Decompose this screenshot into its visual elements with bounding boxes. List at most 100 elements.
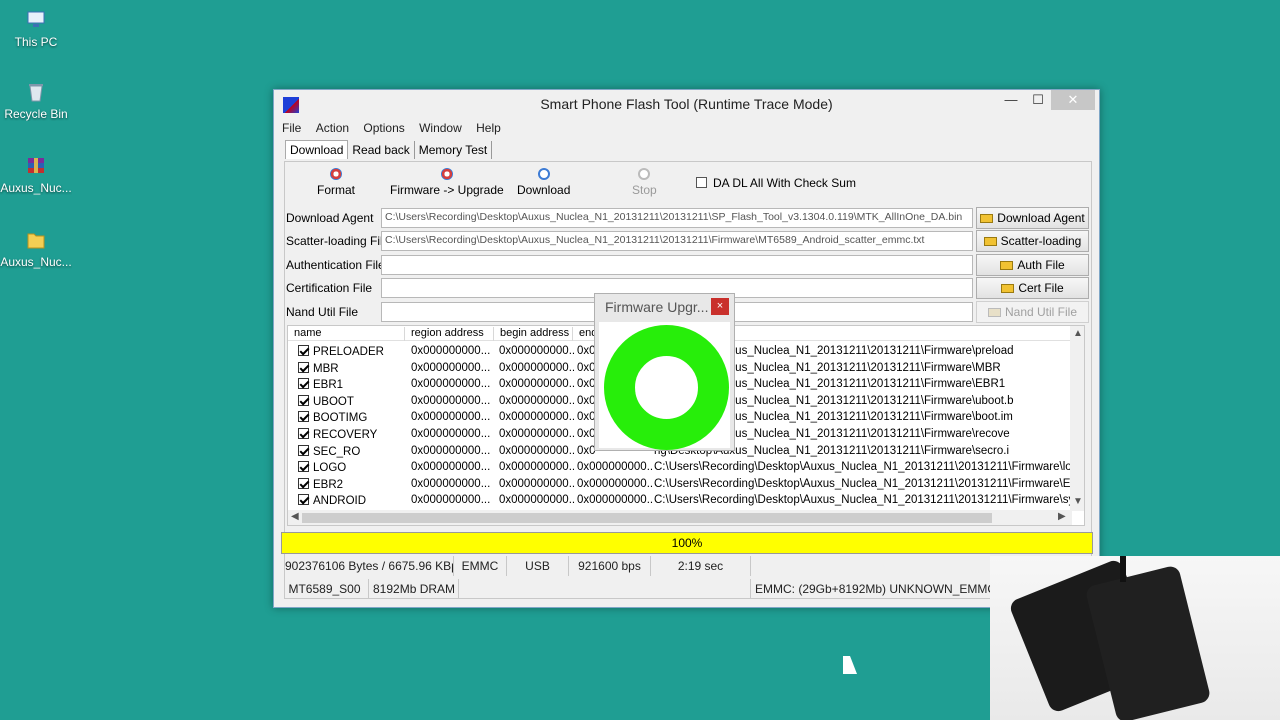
dialog-close-button[interactable]: × [711, 298, 729, 315]
folder-icon [987, 308, 1001, 317]
progress-label: 100% [671, 536, 703, 550]
row-name: EBR1 [313, 379, 344, 392]
row-checkbox[interactable] [298, 494, 309, 506]
scatter-loading-button[interactable]: Scatter-loading [976, 230, 1089, 252]
row-checkbox[interactable] [298, 444, 309, 456]
cell-end: 0x000000000... [577, 477, 653, 490]
minimize-button[interactable]: — [997, 90, 1025, 110]
desktop-icon-recycle-bin[interactable]: Recycle Bin [0, 81, 72, 121]
firmware-upgrade-label: Firmware -> Upgrade [390, 183, 504, 197]
firmware-upgrade-button[interactable]: Firmware -> Upgrade [390, 168, 504, 197]
row-checkbox[interactable] [298, 428, 309, 439]
table-row[interactable]: LOGO 0x000000000... 0x000000000... 0x000000… [288, 460, 1078, 476]
da-checksum-label: DA DL All With Check Sum [713, 176, 856, 190]
cell-name: BOOTIMG [298, 411, 403, 424]
row-checkbox[interactable] [298, 345, 309, 356]
cert-file-label: Certification File [286, 281, 373, 295]
cell-region: 0x000000000... [411, 411, 491, 424]
cert-file-button[interactable]: Cert File [976, 277, 1089, 299]
table-row[interactable]: EBR2 0x000000000... 0x000000000... 0x000000… [288, 477, 1078, 493]
desktop-icon-auxus-archive[interactable]: Auxus_Nuc... [0, 155, 72, 195]
cell-name: UBOOT [298, 394, 403, 408]
button-label: Cert File [1018, 281, 1064, 295]
desktop-icon-auxus-folder[interactable]: Auxus_Nuc... [0, 229, 72, 269]
auth-file-field[interactable] [381, 255, 973, 275]
button-label: Auth File [1017, 258, 1065, 272]
vertical-scrollbar[interactable]: ▲ ▼ [1070, 326, 1084, 511]
row-checkbox[interactable] [298, 378, 309, 390]
button-label: Download Agent [997, 211, 1085, 225]
firmware-upgrade-dialog: Firmware Upgr... × [594, 293, 735, 451]
cell-name: RECOVERY [298, 428, 403, 441]
scrollbar-thumb[interactable] [302, 513, 992, 523]
row-checkbox[interactable] [298, 477, 309, 489]
row-name: EBR2 [313, 478, 344, 491]
cell-location: C:\Users\Recording\Desktop\Auxus_Nuclea_… [654, 477, 1074, 490]
row-checkbox[interactable] [298, 461, 309, 473]
row-checkbox[interactable] [298, 394, 309, 406]
menu-action[interactable]: Action [316, 121, 349, 135]
tab-read-back[interactable]: Read back [348, 141, 415, 159]
cell-begin: 0x000000000... [499, 411, 575, 424]
progress-ring-icon [604, 325, 729, 450]
nand-util-button[interactable]: Nand Util File [976, 301, 1089, 323]
format-label: Format [317, 183, 356, 197]
menu-file[interactable]: File [282, 121, 301, 135]
table-row[interactable]: ANDROID 0x000000000... 0x000000000... 0x000… [288, 493, 1078, 509]
stop-button[interactable]: Stop [632, 168, 657, 197]
cell-region: 0x000000000... [411, 461, 491, 474]
desktop-icon-this-pc[interactable]: This PC [0, 9, 72, 49]
row-name: ANDROID [313, 495, 367, 508]
status-bar-1: 902376106 Bytes / 6675.96 KBps EMMC USB … [281, 556, 1093, 576]
tab-download[interactable]: Download [285, 140, 349, 159]
cell-begin: 0x000000000... [499, 378, 575, 391]
row-name: SEC_RO [313, 445, 361, 458]
scroll-down-icon[interactable]: ▼ [1073, 496, 1083, 507]
button-label: Scatter-loading [1000, 234, 1082, 248]
cell-name: EBR2 [298, 477, 403, 491]
cell-begin: 0x000000000... [499, 361, 575, 374]
row-checkbox[interactable] [298, 411, 309, 423]
folder-icon [983, 237, 997, 246]
scroll-up-icon[interactable]: ▲ [1073, 328, 1083, 339]
progress-bar: 100% [281, 532, 1093, 554]
desktop-icon-label: Auxus_Nuc... [0, 181, 72, 195]
cell-begin: 0x000000000... [499, 394, 575, 407]
cell-region: 0x000000000... [411, 394, 491, 407]
menu-options[interactable]: Options [363, 121, 404, 135]
download-agent-field[interactable]: C:\Users\Recording\Desktop\Auxus_Nuclea_… [381, 208, 973, 228]
scroll-right-icon[interactable]: ▶ [1058, 511, 1066, 522]
close-button[interactable]: ✕ [1051, 90, 1095, 110]
computer-icon [25, 9, 47, 31]
format-button[interactable]: Format [317, 168, 355, 197]
scroll-left-icon[interactable]: ◀ [291, 511, 299, 522]
download-agent-button[interactable]: Download Agent [976, 207, 1089, 229]
da-checksum-checkbox[interactable]: DA DL All With Check Sum [696, 176, 856, 190]
column-region-address[interactable]: region address [405, 327, 494, 341]
cell-region: 0x000000000... [411, 345, 491, 357]
download-button[interactable]: Download [517, 168, 570, 197]
menu-help[interactable]: Help [476, 121, 501, 135]
download-agent-label: Download Agent [286, 211, 374, 225]
desktop-icon-label: This PC [14, 35, 58, 49]
row-name: LOGO [313, 462, 347, 475]
stop-icon [638, 168, 651, 180]
auth-file-button[interactable]: Auth File [976, 254, 1089, 276]
cell-region: 0x000000000... [411, 494, 491, 507]
cell-name: SEC_RO [298, 444, 403, 458]
cell-begin: 0x000000000... [499, 428, 575, 440]
tab-memory-test[interactable]: Memory Test [415, 141, 493, 159]
maximize-button[interactable]: ☐ [1024, 90, 1052, 110]
folder-icon [25, 229, 47, 251]
scatter-loading-field[interactable]: C:\Users\Recording\Desktop\Auxus_Nuclea_… [381, 231, 973, 251]
row-checkbox[interactable] [298, 361, 309, 373]
column-name[interactable]: name [288, 327, 405, 341]
title-bar[interactable]: Smart Phone Flash Tool (Runtime Trace Mo… [274, 90, 1099, 118]
column-begin-address[interactable]: begin address [494, 327, 573, 341]
horizontal-scrollbar[interactable]: ◀ ▶ [288, 510, 1072, 525]
cell-begin: 0x000000000... [499, 494, 575, 507]
menu-window[interactable]: Window [419, 121, 462, 135]
cell-location: C:\Users\Recording\Desktop\Auxus_Nuclea_… [654, 494, 1074, 507]
auth-file-row: Authentication File Auth File [286, 254, 1089, 276]
cell-region: 0x000000000... [411, 444, 491, 457]
